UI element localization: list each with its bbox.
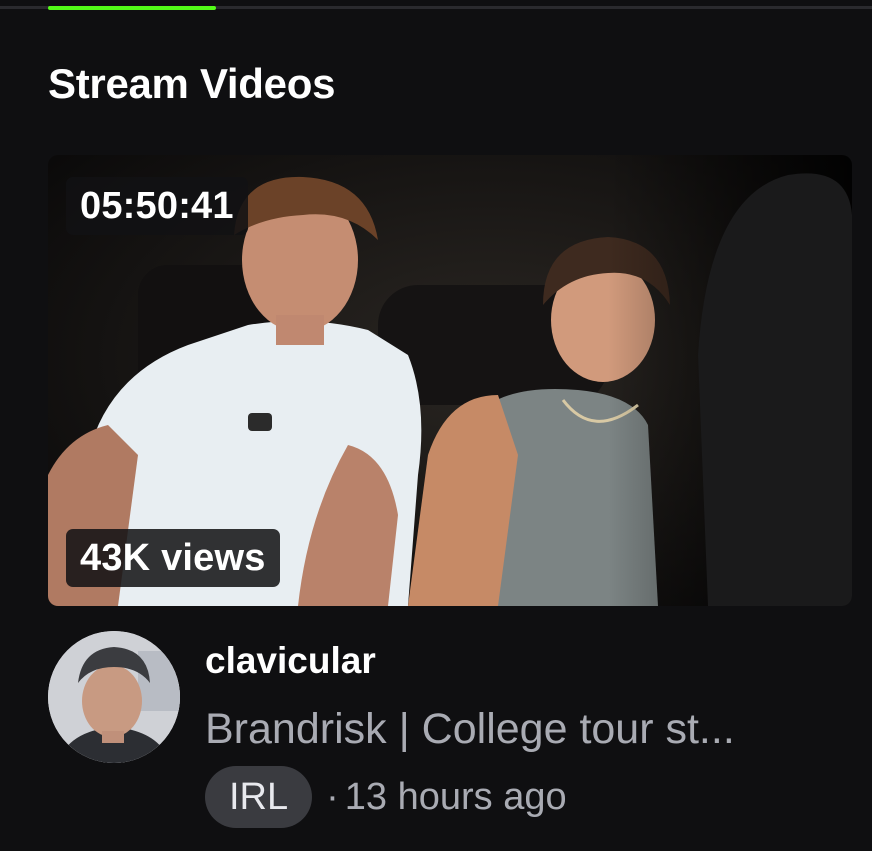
channel-name[interactable]: clavicular: [205, 638, 376, 684]
category-chip[interactable]: IRL: [205, 766, 313, 828]
video-info-row: IRL · 13 hours ago: [205, 766, 567, 828]
meta-separator: ·: [326, 775, 339, 818]
tab-strip: [0, 0, 872, 12]
section-title: Stream Videos: [48, 60, 336, 107]
avatar-image: [48, 631, 180, 763]
stream-videos-page: Stream Videos 05:50:41 43K views clavicu…: [0, 0, 872, 851]
channel-avatar[interactable]: [48, 631, 180, 763]
video-thumbnail[interactable]: 05:50:41 43K views: [48, 155, 852, 606]
active-tab-indicator: [48, 6, 216, 10]
video-title[interactable]: Brandrisk | College tour st...: [205, 702, 845, 756]
duration-badge: 05:50:41: [66, 177, 248, 235]
views-badge: 43K views: [66, 529, 280, 587]
upload-time: 13 hours ago: [344, 776, 567, 818]
